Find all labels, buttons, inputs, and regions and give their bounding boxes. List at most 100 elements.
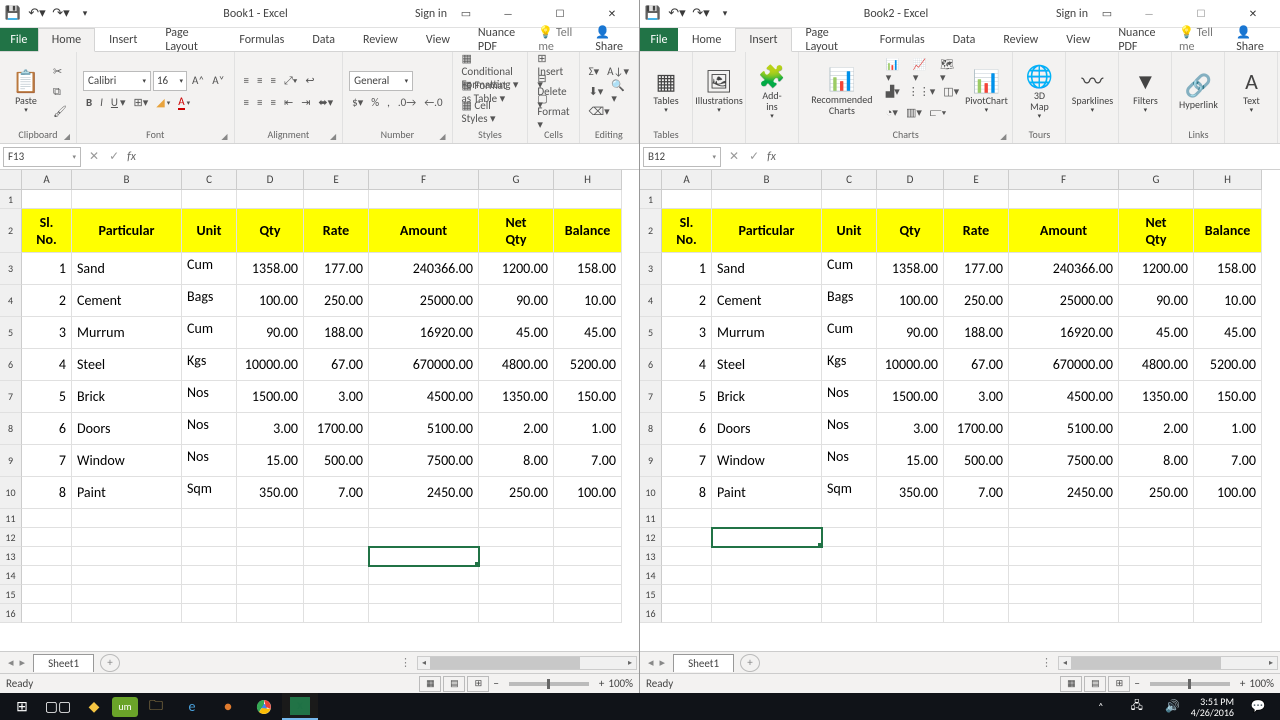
cell[interactable]: 25000.00 bbox=[1009, 285, 1119, 317]
row-header-13[interactable]: 13 bbox=[640, 547, 662, 566]
cell[interactable] bbox=[1009, 585, 1119, 604]
cell[interactable] bbox=[662, 585, 712, 604]
col-header-C[interactable]: C bbox=[822, 170, 877, 190]
sheet-tab[interactable]: Sheet1 bbox=[33, 654, 94, 672]
cell[interactable] bbox=[304, 509, 369, 528]
tables-button[interactable]: ▦Tables▾ bbox=[646, 59, 686, 125]
cell[interactable]: 2 bbox=[22, 285, 72, 317]
cell[interactable]: 158.00 bbox=[1194, 253, 1262, 285]
cell[interactable] bbox=[1119, 528, 1194, 547]
row-header-1[interactable]: 1 bbox=[0, 190, 22, 209]
cell[interactable]: 2450.00 bbox=[1009, 477, 1119, 509]
sheet-nav-next-icon[interactable]: ▸ bbox=[660, 656, 666, 669]
row-header-16[interactable]: 16 bbox=[640, 604, 662, 623]
cell[interactable]: 6 bbox=[662, 413, 712, 445]
cell[interactable]: 5100.00 bbox=[369, 413, 479, 445]
dialog-launcher-icon[interactable]: ◢ bbox=[64, 132, 70, 142]
table-header[interactable]: Amount bbox=[369, 209, 479, 253]
cell[interactable] bbox=[1194, 547, 1262, 566]
cell[interactable]: 7.00 bbox=[1194, 445, 1262, 477]
cell[interactable] bbox=[712, 509, 822, 528]
new-sheet-button[interactable]: + bbox=[740, 654, 760, 672]
tab-nuance-pdf[interactable]: Nuance PDF bbox=[1104, 28, 1179, 51]
format-cells-button[interactable]: ▢ Format ▾ bbox=[534, 102, 572, 122]
col-header-B[interactable]: B bbox=[72, 170, 182, 190]
firefox-icon[interactable]: ● bbox=[210, 693, 246, 720]
cell[interactable] bbox=[182, 566, 237, 585]
cell[interactable] bbox=[237, 528, 304, 547]
align-left-button[interactable]: ≡ bbox=[241, 93, 252, 113]
cell[interactable] bbox=[944, 528, 1009, 547]
cell[interactable]: 7500.00 bbox=[1009, 445, 1119, 477]
cell[interactable]: 4 bbox=[22, 349, 72, 381]
row-header-8[interactable]: 8 bbox=[0, 413, 22, 445]
view-normal-button[interactable]: ▦ bbox=[1060, 676, 1082, 692]
cell[interactable] bbox=[1119, 604, 1194, 623]
fx-icon[interactable]: fx bbox=[767, 150, 782, 164]
enter-icon[interactable]: ✓ bbox=[749, 149, 759, 164]
cell[interactable] bbox=[662, 547, 712, 566]
row-header-1[interactable]: 1 bbox=[640, 190, 662, 209]
copy-button[interactable]: ⧉ bbox=[50, 82, 70, 102]
align-middle-button[interactable]: ≡ bbox=[254, 71, 265, 91]
cell[interactable]: 1350.00 bbox=[1119, 381, 1194, 413]
name-box[interactable]: F13▾ bbox=[3, 147, 81, 167]
redo-icon[interactable]: ↷▾ bbox=[50, 3, 72, 25]
row-header-9[interactable]: 9 bbox=[640, 445, 662, 477]
number-format-select[interactable]: General▾ bbox=[349, 71, 413, 91]
cell[interactable] bbox=[182, 528, 237, 547]
cell[interactable]: 150.00 bbox=[554, 381, 622, 413]
text-button[interactable]: AText▾ bbox=[1231, 59, 1271, 125]
tab-review[interactable]: Review bbox=[989, 28, 1052, 51]
tab-view[interactable]: View bbox=[1052, 28, 1104, 51]
col-header-H[interactable]: H bbox=[1194, 170, 1262, 190]
cell[interactable]: 15.00 bbox=[237, 445, 304, 477]
col-header-H[interactable]: H bbox=[554, 170, 622, 190]
qat-customize-icon[interactable]: ▾ bbox=[74, 3, 96, 25]
cell[interactable]: 5200.00 bbox=[1194, 349, 1262, 381]
cell[interactable] bbox=[1194, 528, 1262, 547]
cell[interactable] bbox=[72, 547, 182, 566]
row-header-11[interactable]: 11 bbox=[640, 509, 662, 528]
sheet-nav-prev-icon[interactable]: ◂ bbox=[8, 656, 14, 669]
dialog-launcher-icon[interactable]: ◢ bbox=[1000, 132, 1006, 142]
cell[interactable]: 3 bbox=[22, 317, 72, 349]
pivotchart-button[interactable]: 📊PivotChart▾ bbox=[966, 59, 1006, 125]
row-header-10[interactable]: 10 bbox=[0, 477, 22, 509]
cell[interactable] bbox=[662, 509, 712, 528]
row-header-2[interactable]: 2 bbox=[0, 209, 22, 253]
cell[interactable] bbox=[1009, 509, 1119, 528]
cell[interactable]: Cum bbox=[182, 317, 237, 349]
currency-button[interactable]: $▾ bbox=[349, 93, 366, 113]
undo-icon[interactable]: ↶▾ bbox=[666, 3, 688, 25]
cell[interactable]: 1358.00 bbox=[237, 253, 304, 285]
cell[interactable] bbox=[304, 604, 369, 623]
cell[interactable]: 10000.00 bbox=[237, 349, 304, 381]
maximize-button[interactable]: ☐ bbox=[1178, 0, 1224, 28]
cell[interactable]: 67.00 bbox=[304, 349, 369, 381]
cell[interactable]: 240366.00 bbox=[369, 253, 479, 285]
tab-data[interactable]: Data bbox=[939, 28, 990, 51]
horizontal-scrollbar[interactable]: ◂▸ bbox=[417, 656, 637, 670]
cell[interactable]: Murrum bbox=[72, 317, 182, 349]
cell[interactable]: 7500.00 bbox=[369, 445, 479, 477]
italic-button[interactable]: I bbox=[97, 93, 106, 113]
illustrations-button[interactable]: 🖼Illustrations▾ bbox=[699, 59, 739, 125]
cell[interactable]: 4 bbox=[662, 349, 712, 381]
cell[interactable]: 100.00 bbox=[1194, 477, 1262, 509]
table-header[interactable]: Unit bbox=[822, 209, 877, 253]
table-header[interactable]: Qty bbox=[237, 209, 304, 253]
cell[interactable]: 670000.00 bbox=[1009, 349, 1119, 381]
row-header-12[interactable]: 12 bbox=[0, 528, 22, 547]
cell[interactable]: Kgs bbox=[822, 349, 877, 381]
cell[interactable]: 1.00 bbox=[1194, 413, 1262, 445]
cell[interactable]: Nos bbox=[182, 413, 237, 445]
tab-home[interactable]: Home bbox=[38, 28, 95, 52]
cell[interactable]: 67.00 bbox=[944, 349, 1009, 381]
cell[interactable]: 90.00 bbox=[237, 317, 304, 349]
zoom-in-button[interactable]: + bbox=[1236, 677, 1249, 690]
3dmap-button[interactable]: 🌐3D Map▾ bbox=[1019, 59, 1059, 125]
cell[interactable]: 2.00 bbox=[479, 413, 554, 445]
row-header-13[interactable]: 13 bbox=[0, 547, 22, 566]
cell[interactable]: 1700.00 bbox=[304, 413, 369, 445]
